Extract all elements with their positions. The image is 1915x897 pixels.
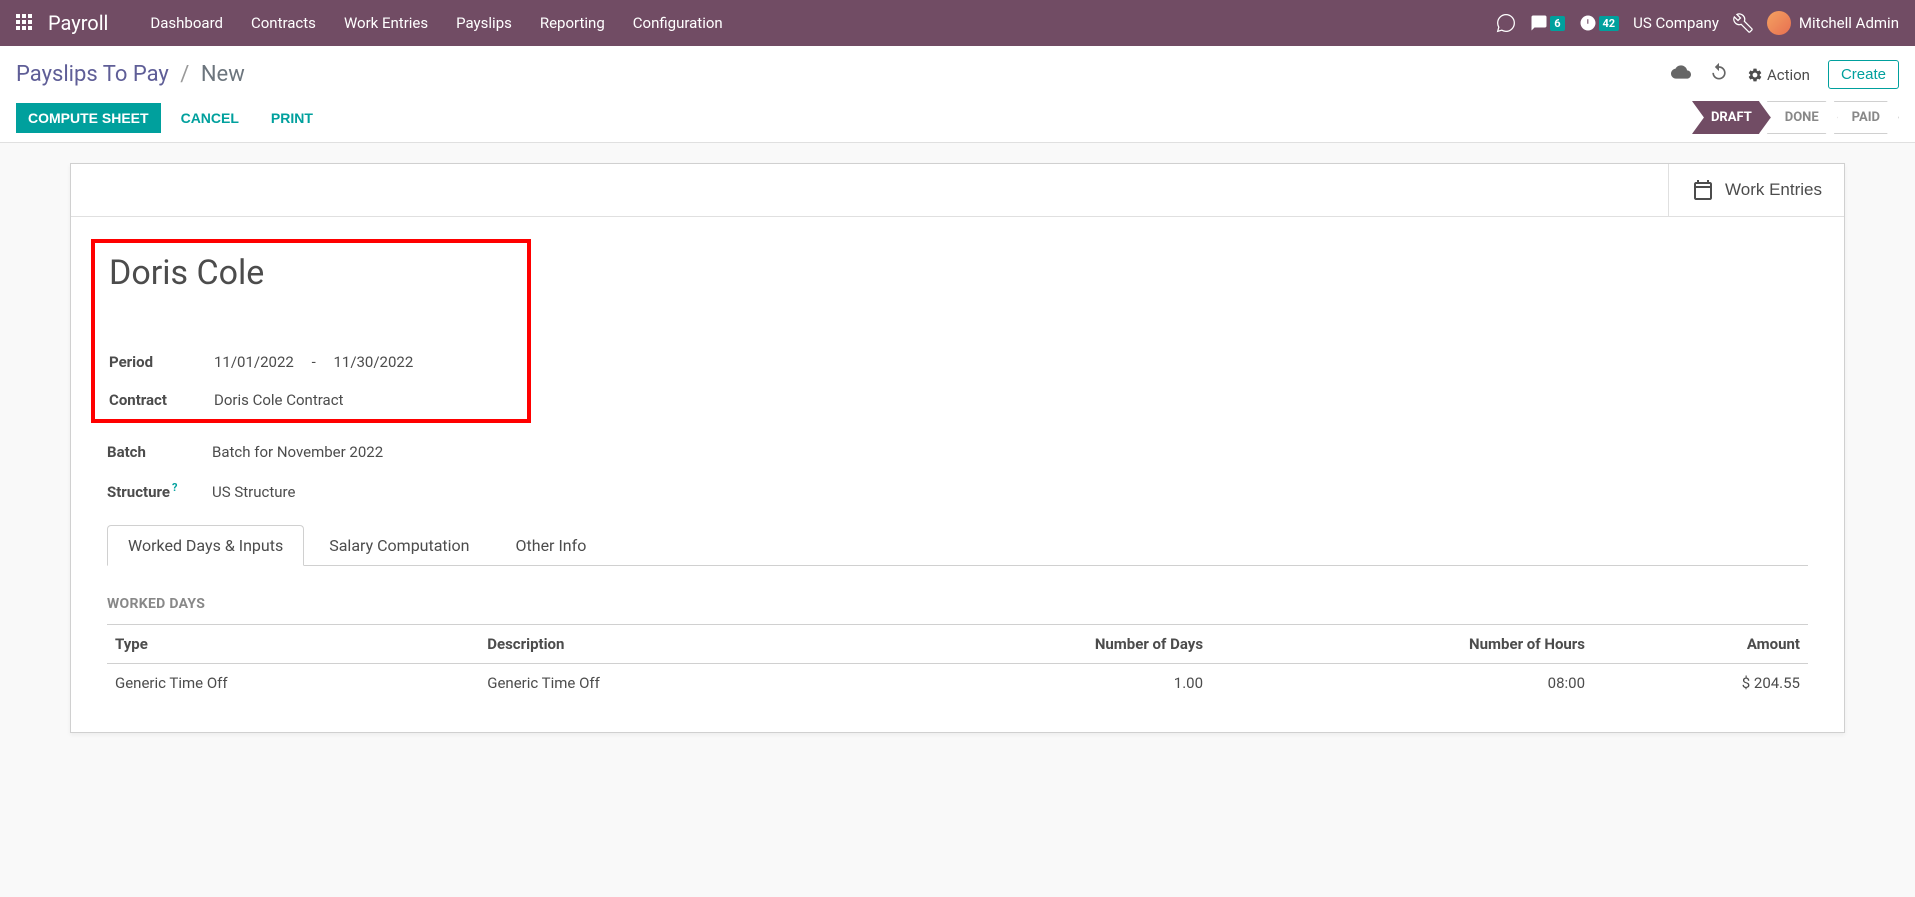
- col-type: Type: [107, 625, 479, 664]
- col-amount: Amount: [1593, 625, 1808, 664]
- nav-contracts[interactable]: Contracts: [237, 0, 330, 46]
- create-button[interactable]: Create: [1828, 60, 1899, 89]
- col-hours: Number of Hours: [1211, 625, 1593, 664]
- period-from: 11/01/2022: [214, 353, 294, 371]
- worked-days-table: Type Description Number of Days Number o…: [107, 624, 1808, 702]
- messages-badge: 6: [1550, 16, 1564, 31]
- action-menu[interactable]: Action: [1747, 66, 1810, 84]
- nav-work-entries[interactable]: Work Entries: [330, 0, 442, 46]
- period-label: Period: [109, 353, 214, 371]
- table-row[interactable]: Generic Time Off Generic Time Off 1.00 0…: [107, 664, 1808, 703]
- status-draft[interactable]: DRAFT: [1692, 101, 1771, 134]
- navbar-right: 6 42 US Company Mitchell Admin: [1496, 11, 1899, 35]
- cell-amount: $ 204.55: [1593, 664, 1808, 703]
- cell-type: Generic Time Off: [107, 664, 479, 703]
- user-name: Mitchell Admin: [1799, 14, 1899, 32]
- work-entries-stat-button[interactable]: Work Entries: [1668, 164, 1844, 216]
- button-box: Work Entries: [71, 164, 1844, 217]
- contract-label: Contract: [109, 391, 214, 409]
- tab-other-info[interactable]: Other Info: [495, 525, 608, 565]
- activities-icon[interactable]: 42: [1579, 14, 1620, 32]
- cell-hours: 08:00: [1211, 664, 1593, 703]
- tab-salary-computation[interactable]: Salary Computation: [308, 525, 490, 565]
- breadcrumb-current: New: [201, 62, 245, 87]
- status-bar: DRAFT DONE PAID: [1696, 101, 1899, 134]
- messages-icon[interactable]: 6: [1530, 14, 1564, 32]
- nav-configuration[interactable]: Configuration: [619, 0, 737, 46]
- app-brand[interactable]: Payroll: [48, 11, 108, 35]
- tabs: Worked Days & Inputs Salary Computation …: [107, 525, 1808, 566]
- employee-name: Doris Cole: [109, 253, 513, 293]
- contract-value: Doris Cole Contract: [214, 391, 343, 409]
- nav-payslips[interactable]: Payslips: [442, 0, 526, 46]
- tab-worked-days[interactable]: Worked Days & Inputs: [107, 525, 304, 566]
- period-value: 11/01/2022 - 11/30/2022: [214, 353, 413, 371]
- cell-description: Generic Time Off: [479, 664, 851, 703]
- batch-value: Batch for November 2022: [212, 443, 383, 461]
- nav-links: Dashboard Contracts Work Entries Payslip…: [136, 0, 736, 46]
- col-days: Number of Days: [851, 625, 1211, 664]
- print-button[interactable]: PRINT: [259, 103, 325, 133]
- work-entries-label: Work Entries: [1725, 180, 1822, 200]
- cloud-icon[interactable]: [1671, 62, 1691, 87]
- breadcrumb-parent[interactable]: Payslips To Pay: [16, 62, 169, 87]
- help-icon[interactable]: ?: [172, 481, 177, 494]
- form-sheet: Work Entries Doris Cole Period 11/01/202…: [70, 163, 1845, 733]
- status-paid[interactable]: PAID: [1834, 101, 1899, 134]
- avatar: [1767, 11, 1791, 35]
- debug-icon[interactable]: [1733, 13, 1753, 33]
- period-to: 11/30/2022: [333, 353, 413, 371]
- top-navbar: Payroll Dashboard Contracts Work Entries…: [0, 0, 1915, 46]
- structure-value: US Structure: [212, 483, 295, 501]
- apps-icon[interactable]: [16, 14, 34, 32]
- breadcrumb: Payslips To Pay / New: [16, 62, 245, 87]
- discard-icon[interactable]: [1709, 62, 1729, 87]
- tab-content: WORKED DAYS Type Description Number of D…: [71, 566, 1844, 732]
- nav-reporting[interactable]: Reporting: [526, 0, 619, 46]
- cell-days: 1.00: [851, 664, 1211, 703]
- compute-sheet-button[interactable]: COMPUTE SHEET: [16, 103, 161, 133]
- status-done[interactable]: DONE: [1767, 101, 1838, 134]
- company-selector[interactable]: US Company: [1633, 14, 1719, 32]
- structure-label: Structure?: [107, 481, 212, 501]
- activities-badge: 42: [1599, 16, 1620, 31]
- calendar-icon: [1691, 178, 1715, 202]
- content-wrapper: Work Entries Doris Cole Period 11/01/202…: [0, 143, 1915, 753]
- cancel-button[interactable]: CANCEL: [169, 103, 251, 133]
- batch-label: Batch: [107, 443, 212, 461]
- user-menu[interactable]: Mitchell Admin: [1767, 11, 1899, 35]
- nav-dashboard[interactable]: Dashboard: [136, 0, 237, 46]
- worked-days-title: WORKED DAYS: [107, 596, 1808, 612]
- highlight-box: Doris Cole Period 11/01/2022 - 11/30/202…: [91, 239, 531, 423]
- control-panel: Payslips To Pay / New Action Create COMP…: [0, 46, 1915, 143]
- support-icon[interactable]: [1496, 13, 1516, 33]
- col-description: Description: [479, 625, 851, 664]
- table-header-row: Type Description Number of Days Number o…: [107, 625, 1808, 664]
